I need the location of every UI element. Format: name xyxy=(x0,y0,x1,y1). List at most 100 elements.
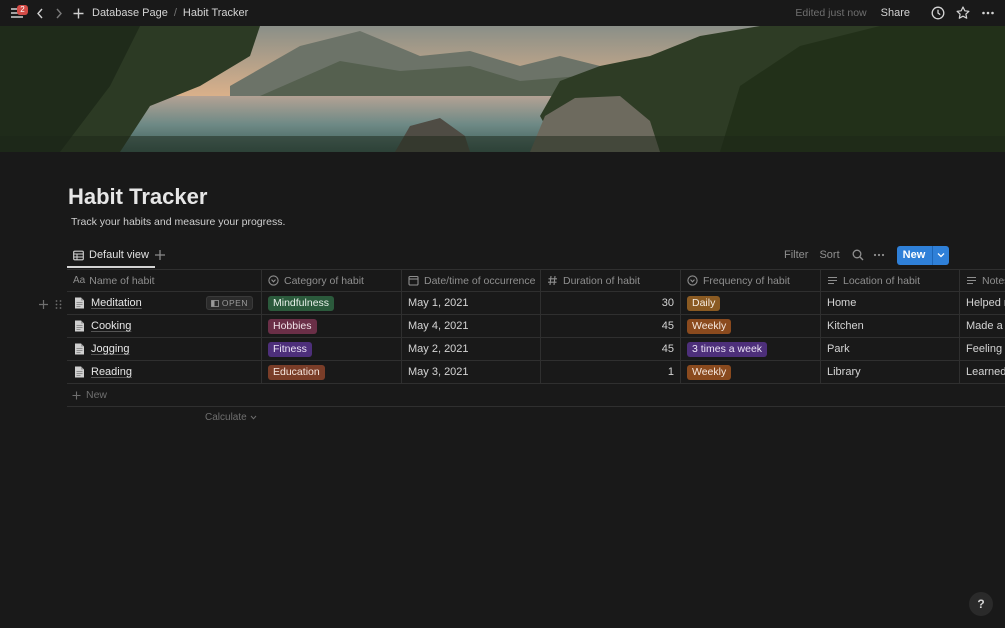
column-header-frequency[interactable]: Frequency of habit xyxy=(681,270,821,291)
duration-value: 45 xyxy=(661,343,674,355)
calculate-button[interactable]: Calculate xyxy=(205,412,257,423)
back-button[interactable] xyxy=(32,4,48,22)
column-header-name[interactable]: Aa Name of habit xyxy=(67,270,262,291)
sort-button[interactable]: Sort xyxy=(819,249,839,261)
table-row[interactable]: Jogging Fitness May 2, 2021 45 3 times a wee… xyxy=(67,338,1005,361)
help-button[interactable]: ? xyxy=(969,592,993,616)
cell-date[interactable]: May 4, 2021 xyxy=(402,315,541,337)
date-value: May 4, 2021 xyxy=(408,320,469,332)
cell-category[interactable]: Fitness xyxy=(262,338,402,360)
breadcrumb-database-page[interactable]: Database Page xyxy=(92,7,168,19)
table-row[interactable]: Reading Education May 3, 2021 1 Weekly Librar… xyxy=(67,361,1005,384)
cell-location[interactable]: Library xyxy=(821,361,960,383)
cell-category[interactable]: Mindfulness xyxy=(262,292,402,314)
text-aa-icon: Aa xyxy=(73,275,86,286)
share-button[interactable]: Share xyxy=(881,7,910,19)
column-header-duration[interactable]: Duration of habit xyxy=(541,270,681,291)
column-header-label: Frequency of habit xyxy=(703,274,790,287)
column-header-label: Category of habit xyxy=(284,274,364,287)
frequency-tag: 3 times a week xyxy=(687,341,768,357)
chevron-left-icon xyxy=(36,8,43,18)
open-record-button[interactable]: OPEN xyxy=(205,296,253,310)
category-tag: Education xyxy=(268,364,325,380)
habit-name[interactable]: Cooking xyxy=(91,320,131,332)
add-row-plus-icon[interactable] xyxy=(38,299,49,310)
cell-category[interactable]: Education xyxy=(262,361,402,383)
more-horizontal-icon xyxy=(873,253,884,257)
page-description[interactable]: Track your habits and measure your progr… xyxy=(71,216,285,228)
column-header-category[interactable]: Category of habit xyxy=(262,270,402,291)
page-title[interactable]: Habit Tracker xyxy=(68,184,207,210)
updates-button[interactable] xyxy=(929,4,947,22)
breadcrumb-separator: / xyxy=(173,7,177,19)
column-header-date[interactable]: Date/time of occurrence xyxy=(402,270,541,291)
column-header-label: Duration of habit xyxy=(563,274,641,287)
new-page-button[interactable] xyxy=(70,4,86,22)
new-record-dropdown[interactable] xyxy=(932,245,949,265)
cell-date[interactable]: May 3, 2021 xyxy=(402,361,541,383)
cell-notes[interactable]: Made a d xyxy=(960,315,1005,337)
cell-name[interactable]: Meditation OPEN xyxy=(67,292,262,314)
notification-badge: 2 xyxy=(17,5,28,15)
cell-date[interactable]: May 1, 2021 xyxy=(402,292,541,314)
cell-name[interactable]: Cooking xyxy=(67,315,262,337)
habit-table: Aa Name of habit Category of habit Date/… xyxy=(67,269,1005,407)
add-new-row-button[interactable]: New xyxy=(67,384,1005,407)
forward-button[interactable] xyxy=(50,4,66,22)
sidebar-menu-button[interactable]: 2 xyxy=(8,4,28,22)
cell-category[interactable]: Hobbies xyxy=(262,315,402,337)
cell-date[interactable]: May 2, 2021 xyxy=(402,338,541,360)
add-view-button[interactable] xyxy=(153,248,167,262)
column-header-notes[interactable]: Notes xyxy=(960,270,1005,291)
cell-notes[interactable]: Feeling e xyxy=(960,338,1005,360)
cell-notes[interactable]: Helped m xyxy=(960,292,1005,314)
cell-location[interactable]: Home xyxy=(821,292,960,314)
notes-value: Helped m xyxy=(966,297,1005,309)
cell-duration[interactable]: 45 xyxy=(541,315,681,337)
text-lines-icon xyxy=(828,276,837,285)
cell-name[interactable]: Jogging xyxy=(67,338,262,360)
cell-frequency[interactable]: Weekly xyxy=(681,361,821,383)
habit-name[interactable]: Meditation xyxy=(91,297,142,309)
open-side-peek-icon xyxy=(211,299,219,307)
duration-value: 45 xyxy=(661,320,674,332)
select-icon xyxy=(687,275,698,286)
cell-notes[interactable]: Learned xyxy=(960,361,1005,383)
drag-handle-icon[interactable] xyxy=(53,299,64,310)
cell-location[interactable]: Park xyxy=(821,338,960,360)
search-icon xyxy=(852,249,864,261)
cell-location[interactable]: Kitchen xyxy=(821,315,960,337)
cell-frequency[interactable]: Weekly xyxy=(681,315,821,337)
plus-icon xyxy=(73,8,83,18)
cell-duration[interactable]: 1 xyxy=(541,361,681,383)
cell-duration[interactable]: 30 xyxy=(541,292,681,314)
breadcrumb-habit-tracker[interactable]: Habit Tracker xyxy=(183,7,248,19)
open-record-label: OPEN xyxy=(221,298,248,308)
cell-frequency[interactable]: 3 times a week xyxy=(681,338,821,360)
page-document-icon xyxy=(75,297,84,309)
new-record-label: New xyxy=(902,248,926,261)
duration-value: 30 xyxy=(661,297,674,309)
date-value: May 3, 2021 xyxy=(408,366,469,378)
table-row[interactable]: Meditation OPEN Mindfulness May 1, 2021 30 Da… xyxy=(67,292,1005,315)
habit-name[interactable]: Reading xyxy=(91,366,132,378)
tab-default-view[interactable]: Default view xyxy=(67,244,155,268)
cover-image xyxy=(0,26,1005,152)
column-header-location[interactable]: Location of habit xyxy=(821,270,960,291)
filter-button[interactable]: Filter xyxy=(784,249,808,261)
calendar-icon xyxy=(408,275,419,286)
favorite-button[interactable] xyxy=(954,4,972,22)
search-button[interactable] xyxy=(851,248,865,262)
cell-name[interactable]: Reading xyxy=(67,361,262,383)
table-row[interactable]: Cooking Hobbies May 4, 2021 45 Weekly Kitchen… xyxy=(67,315,1005,338)
frequency-tag: Weekly xyxy=(687,318,732,334)
cell-frequency[interactable]: Daily xyxy=(681,292,821,314)
cell-duration[interactable]: 45 xyxy=(541,338,681,360)
duration-value: 1 xyxy=(667,366,674,378)
table-header-row: Aa Name of habit Category of habit Date/… xyxy=(67,269,1005,292)
view-options-button[interactable] xyxy=(872,248,886,262)
more-options-button[interactable] xyxy=(979,4,997,22)
page-document-icon xyxy=(75,366,84,378)
habit-name[interactable]: Jogging xyxy=(91,343,130,355)
new-record-button[interactable]: New xyxy=(896,245,950,265)
